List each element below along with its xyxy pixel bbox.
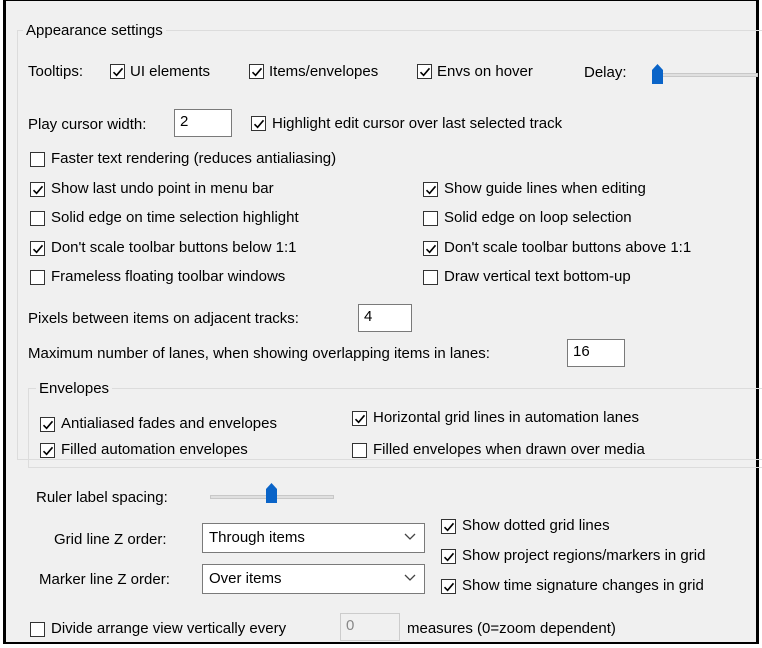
filled-auto-checkbox[interactable] xyxy=(40,443,55,458)
checkmark-icon xyxy=(32,185,44,195)
chevron-down-icon xyxy=(404,533,416,540)
frameless-checkbox[interactable] xyxy=(30,270,45,285)
divide-measures-input[interactable]: 0 xyxy=(340,613,400,641)
grid-z-dropdown[interactable]: Through items xyxy=(202,523,425,553)
solid-loop-sel-label: Solid edge on loop selection xyxy=(444,209,632,226)
checkmark-icon xyxy=(425,244,437,254)
marker-z-label: Marker line Z order: xyxy=(39,571,170,588)
dotted-grid-checkbox[interactable] xyxy=(441,519,456,534)
delay-label: Delay: xyxy=(584,64,627,81)
pixels-between-label: Pixels between items on adjacent tracks: xyxy=(28,310,299,327)
filled-media-label: Filled envelopes when drawn over media xyxy=(373,441,645,458)
tooltips-envs-checkbox[interactable] xyxy=(417,64,432,79)
checkmark-icon xyxy=(443,522,455,532)
show-guide-label: Show guide lines when editing xyxy=(444,180,646,197)
timesig-grid-label: Show time signature changes in grid xyxy=(462,577,704,594)
max-lanes-label: Maximum number of lanes, when showing ov… xyxy=(28,345,490,362)
faster-text-checkbox[interactable] xyxy=(30,152,45,167)
marker-z-dropdown[interactable]: Over items xyxy=(202,564,425,594)
solid-loop-sel-checkbox[interactable] xyxy=(423,211,438,226)
timesig-grid-checkbox[interactable] xyxy=(441,579,456,594)
chevron-down-icon xyxy=(404,574,416,581)
tooltips-ui-checkbox[interactable] xyxy=(110,64,125,79)
no-scale-below-label: Don't scale toolbar buttons below 1:1 xyxy=(51,239,297,256)
checkmark-icon xyxy=(32,244,44,254)
dotted-grid-label: Show dotted grid lines xyxy=(462,517,610,534)
preferences-panel: Appearance settings Tooltips: UI element… xyxy=(3,0,762,644)
horizontal-grid-label: Horizontal grid lines in automation lane… xyxy=(373,409,639,426)
checkmark-icon xyxy=(112,67,124,77)
play-cursor-label: Play cursor width: xyxy=(28,116,147,133)
grid-z-value: Through items xyxy=(209,529,305,546)
max-lanes-input[interactable]: 16 xyxy=(567,339,625,367)
checkmark-icon xyxy=(419,67,431,77)
ruler-slider-thumb[interactable] xyxy=(266,483,277,503)
show-guide-checkbox[interactable] xyxy=(423,182,438,197)
solid-time-sel-label: Solid edge on time selection highlight xyxy=(51,209,299,226)
solid-time-sel-checkbox[interactable] xyxy=(30,211,45,226)
no-scale-below-checkbox[interactable] xyxy=(30,241,45,256)
horizontal-grid-checkbox[interactable] xyxy=(352,411,367,426)
pixels-between-input[interactable]: 4 xyxy=(358,304,412,332)
show-undo-label: Show last undo point in menu bar xyxy=(51,180,274,197)
divide-label: Divide arrange view vertically every xyxy=(51,620,287,637)
antialiased-label: Antialiased fades and envelopes xyxy=(61,415,277,432)
checkmark-icon xyxy=(354,414,366,424)
ruler-label: Ruler label spacing: xyxy=(36,489,168,506)
show-undo-checkbox[interactable] xyxy=(30,182,45,197)
antialiased-checkbox[interactable] xyxy=(40,417,55,432)
highlight-edit-checkbox[interactable] xyxy=(251,116,266,131)
checkmark-icon xyxy=(253,119,265,129)
faster-text-label: Faster text rendering (reduces antialias… xyxy=(51,150,337,167)
checkmark-icon xyxy=(42,420,54,430)
filled-media-checkbox[interactable] xyxy=(352,443,367,458)
delay-slider-track[interactable] xyxy=(654,73,758,77)
vertical-text-label: Draw vertical text bottom-up xyxy=(444,268,631,285)
checkmark-icon xyxy=(42,446,54,456)
divide-suffix-label: measures (0=zoom dependent) xyxy=(407,620,616,637)
envelopes-group-title: Envelopes xyxy=(36,380,113,397)
marker-z-value: Over items xyxy=(209,570,282,587)
grid-z-label: Grid line Z order: xyxy=(54,531,167,548)
checkmark-icon xyxy=(443,582,455,592)
regions-grid-label: Show project regions/markers in grid xyxy=(462,547,706,564)
checkmark-icon xyxy=(425,185,437,195)
tooltips-items-checkbox[interactable] xyxy=(249,64,264,79)
play-cursor-width-input[interactable]: 2 xyxy=(174,109,232,137)
appearance-group-title: Appearance settings xyxy=(23,22,166,39)
checkmark-icon xyxy=(443,552,455,562)
tooltips-envs-label: Envs on hover xyxy=(437,63,533,80)
vertical-text-checkbox[interactable] xyxy=(423,270,438,285)
tooltips-label: Tooltips: xyxy=(28,63,84,80)
no-scale-above-label: Don't scale toolbar buttons above 1:1 xyxy=(444,239,692,256)
checkmark-icon xyxy=(251,67,263,77)
frameless-label: Frameless floating toolbar windows xyxy=(51,268,286,285)
highlight-edit-label: Highlight edit cursor over last selected… xyxy=(272,115,563,132)
filled-auto-label: Filled automation envelopes xyxy=(61,441,248,458)
divide-checkbox[interactable] xyxy=(30,622,45,637)
no-scale-above-checkbox[interactable] xyxy=(423,241,438,256)
tooltips-items-label: Items/envelopes xyxy=(269,63,379,80)
tooltips-ui-label: UI elements xyxy=(130,63,211,80)
regions-grid-checkbox[interactable] xyxy=(441,549,456,564)
